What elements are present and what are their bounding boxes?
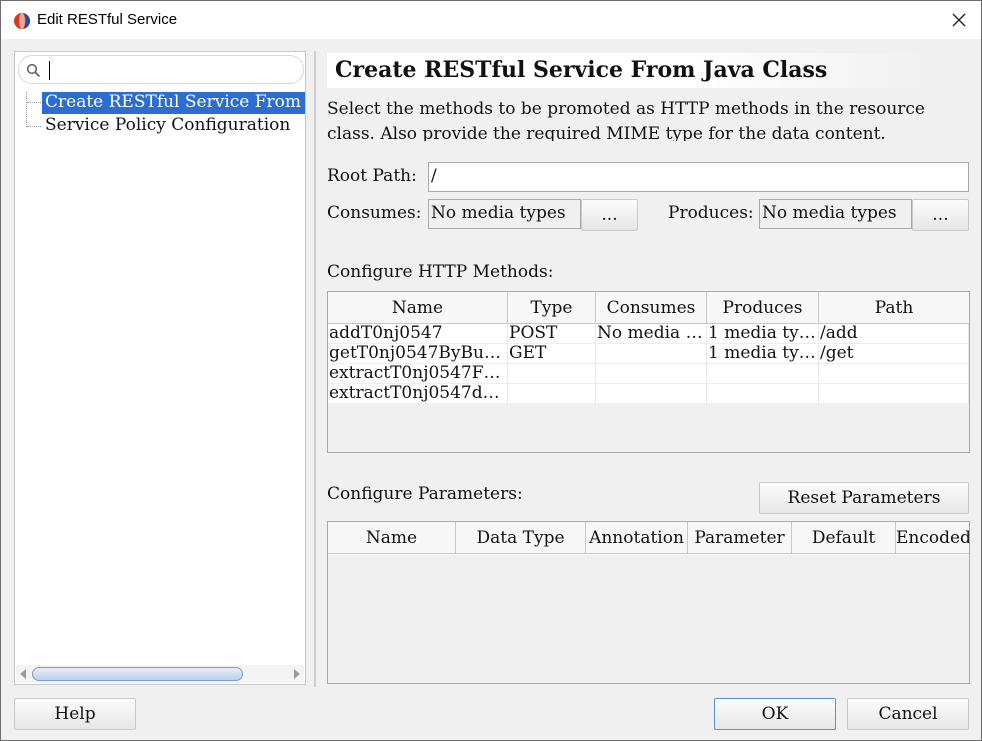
method-produces-cell: 1 media types: [708, 324, 819, 344]
content-panel: Create RESTful Service From Java Class S…: [327, 51, 971, 687]
parameters-section-label: Configure Parameters:: [327, 484, 523, 504]
tree-item-create-restful-service[interactable]: Create RESTful Service From Java Class: [42, 92, 305, 114]
method-path-cell: [819, 384, 969, 404]
table-row[interactable]: extractT0nj0547dFr...: [328, 384, 969, 404]
produces-browse-button[interactable]: ...: [912, 199, 969, 231]
methods-section-label: Configure HTTP Methods:: [327, 262, 554, 282]
tree-connector: [27, 126, 41, 127]
cancel-button[interactable]: Cancel: [847, 698, 969, 730]
column-header-type[interactable]: Type: [508, 292, 596, 324]
column-header-produces[interactable]: Produces: [707, 292, 819, 324]
consumes-label: Consumes:: [327, 203, 422, 223]
method-produces-cell: [707, 384, 819, 404]
page-description: Select the methods to be promoted as HTT…: [327, 99, 925, 141]
method-path-cell: /get: [819, 344, 969, 364]
method-type-cell: POST: [508, 324, 596, 344]
reset-parameters-button[interactable]: Reset Parameters: [759, 482, 969, 514]
page-header: Create RESTful Service From Java Class: [327, 53, 933, 88]
method-path-cell: /add: [819, 324, 969, 344]
search-icon: [26, 63, 41, 78]
tree-connector: [26, 92, 27, 127]
column-header-encoded[interactable]: Encoded: [896, 522, 969, 554]
method-path-cell: [819, 364, 969, 384]
root-path-label-text: Root Path:: [327, 166, 417, 186]
method-name-cell: extractT0nj0547dFr...: [329, 384, 508, 404]
column-header-name[interactable]: Name: [328, 292, 508, 324]
method-name-cell: extractT0nj0547Fro...: [329, 364, 508, 384]
table-header: Name Data Type Annotation Parameter Defa…: [328, 522, 969, 554]
column-header-parameter[interactable]: Parameter: [688, 522, 792, 554]
method-consumes-cell: No media t...: [597, 324, 707, 344]
page-title: Create RESTful Service From Java Class: [335, 57, 828, 83]
panel-divider[interactable]: [314, 51, 316, 687]
window-title: Edit RESTful Service: [37, 11, 178, 28]
ok-button[interactable]: OK: [714, 698, 836, 730]
app-logo-icon: [14, 13, 30, 29]
close-icon: [952, 13, 966, 27]
scrollbar-thumb[interactable]: [32, 667, 243, 681]
close-button[interactable]: [945, 7, 973, 33]
produces-label: Produces:: [668, 203, 754, 223]
root-path-label: Root Path:: [327, 166, 417, 186]
method-type-cell: [508, 364, 596, 384]
navigation-panel: Create RESTful Service From Java Class S…: [14, 51, 306, 685]
column-header-default[interactable]: Default: [792, 522, 896, 554]
help-button[interactable]: Help: [14, 698, 136, 730]
tree-connector: [27, 102, 41, 103]
scroll-left-icon[interactable]: [20, 669, 26, 679]
table-empty-area: [328, 555, 969, 683]
method-name-cell: addT0nj0547: [328, 324, 508, 344]
produces-field: No media types: [759, 199, 912, 229]
column-header-consumes[interactable]: Consumes: [596, 292, 707, 324]
method-name-cell: getT0nj0547ByBuss...: [329, 344, 508, 364]
consumes-field: No media types: [428, 199, 581, 229]
dialog-window: Edit RESTful Service Create RESTful Serv…: [0, 0, 982, 741]
column-header-name[interactable]: Name: [328, 522, 456, 554]
scroll-right-icon[interactable]: [294, 669, 300, 679]
horizontal-scrollbar[interactable]: [16, 665, 304, 683]
method-type-cell: GET: [508, 344, 596, 364]
consumes-browse-button[interactable]: ...: [581, 199, 638, 231]
method-produces-cell: [707, 364, 819, 384]
text-cursor: [49, 61, 50, 80]
method-consumes-cell: [596, 344, 707, 364]
method-type-cell: [508, 384, 596, 404]
column-header-data-type[interactable]: Data Type: [456, 522, 586, 554]
search-input[interactable]: [18, 55, 304, 84]
method-consumes-cell: [596, 384, 707, 404]
column-header-annotation[interactable]: Annotation: [586, 522, 688, 554]
column-header-path[interactable]: Path: [819, 292, 969, 324]
method-consumes-cell: [596, 364, 707, 384]
table-header: Name Type Consumes Produces Path: [328, 292, 969, 324]
http-methods-table[interactable]: Name Type Consumes Produces Path addT0nj…: [327, 291, 970, 453]
title-bar: Edit RESTful Service: [1, 1, 981, 39]
parameters-table[interactable]: Name Data Type Annotation Parameter Defa…: [327, 521, 970, 684]
table-row[interactable]: getT0nj0547ByBuss... GET 1 media types /…: [328, 344, 969, 364]
method-produces-cell: 1 media types: [708, 344, 819, 364]
tree-item-service-policy-configuration[interactable]: Service Policy Configuration: [42, 115, 293, 137]
table-row[interactable]: addT0nj0547 POST No media t... 1 media t…: [328, 324, 969, 344]
table-empty-area: [328, 404, 969, 452]
table-row[interactable]: extractT0nj0547Fro...: [328, 364, 969, 384]
root-path-input[interactable]: /: [428, 162, 969, 192]
